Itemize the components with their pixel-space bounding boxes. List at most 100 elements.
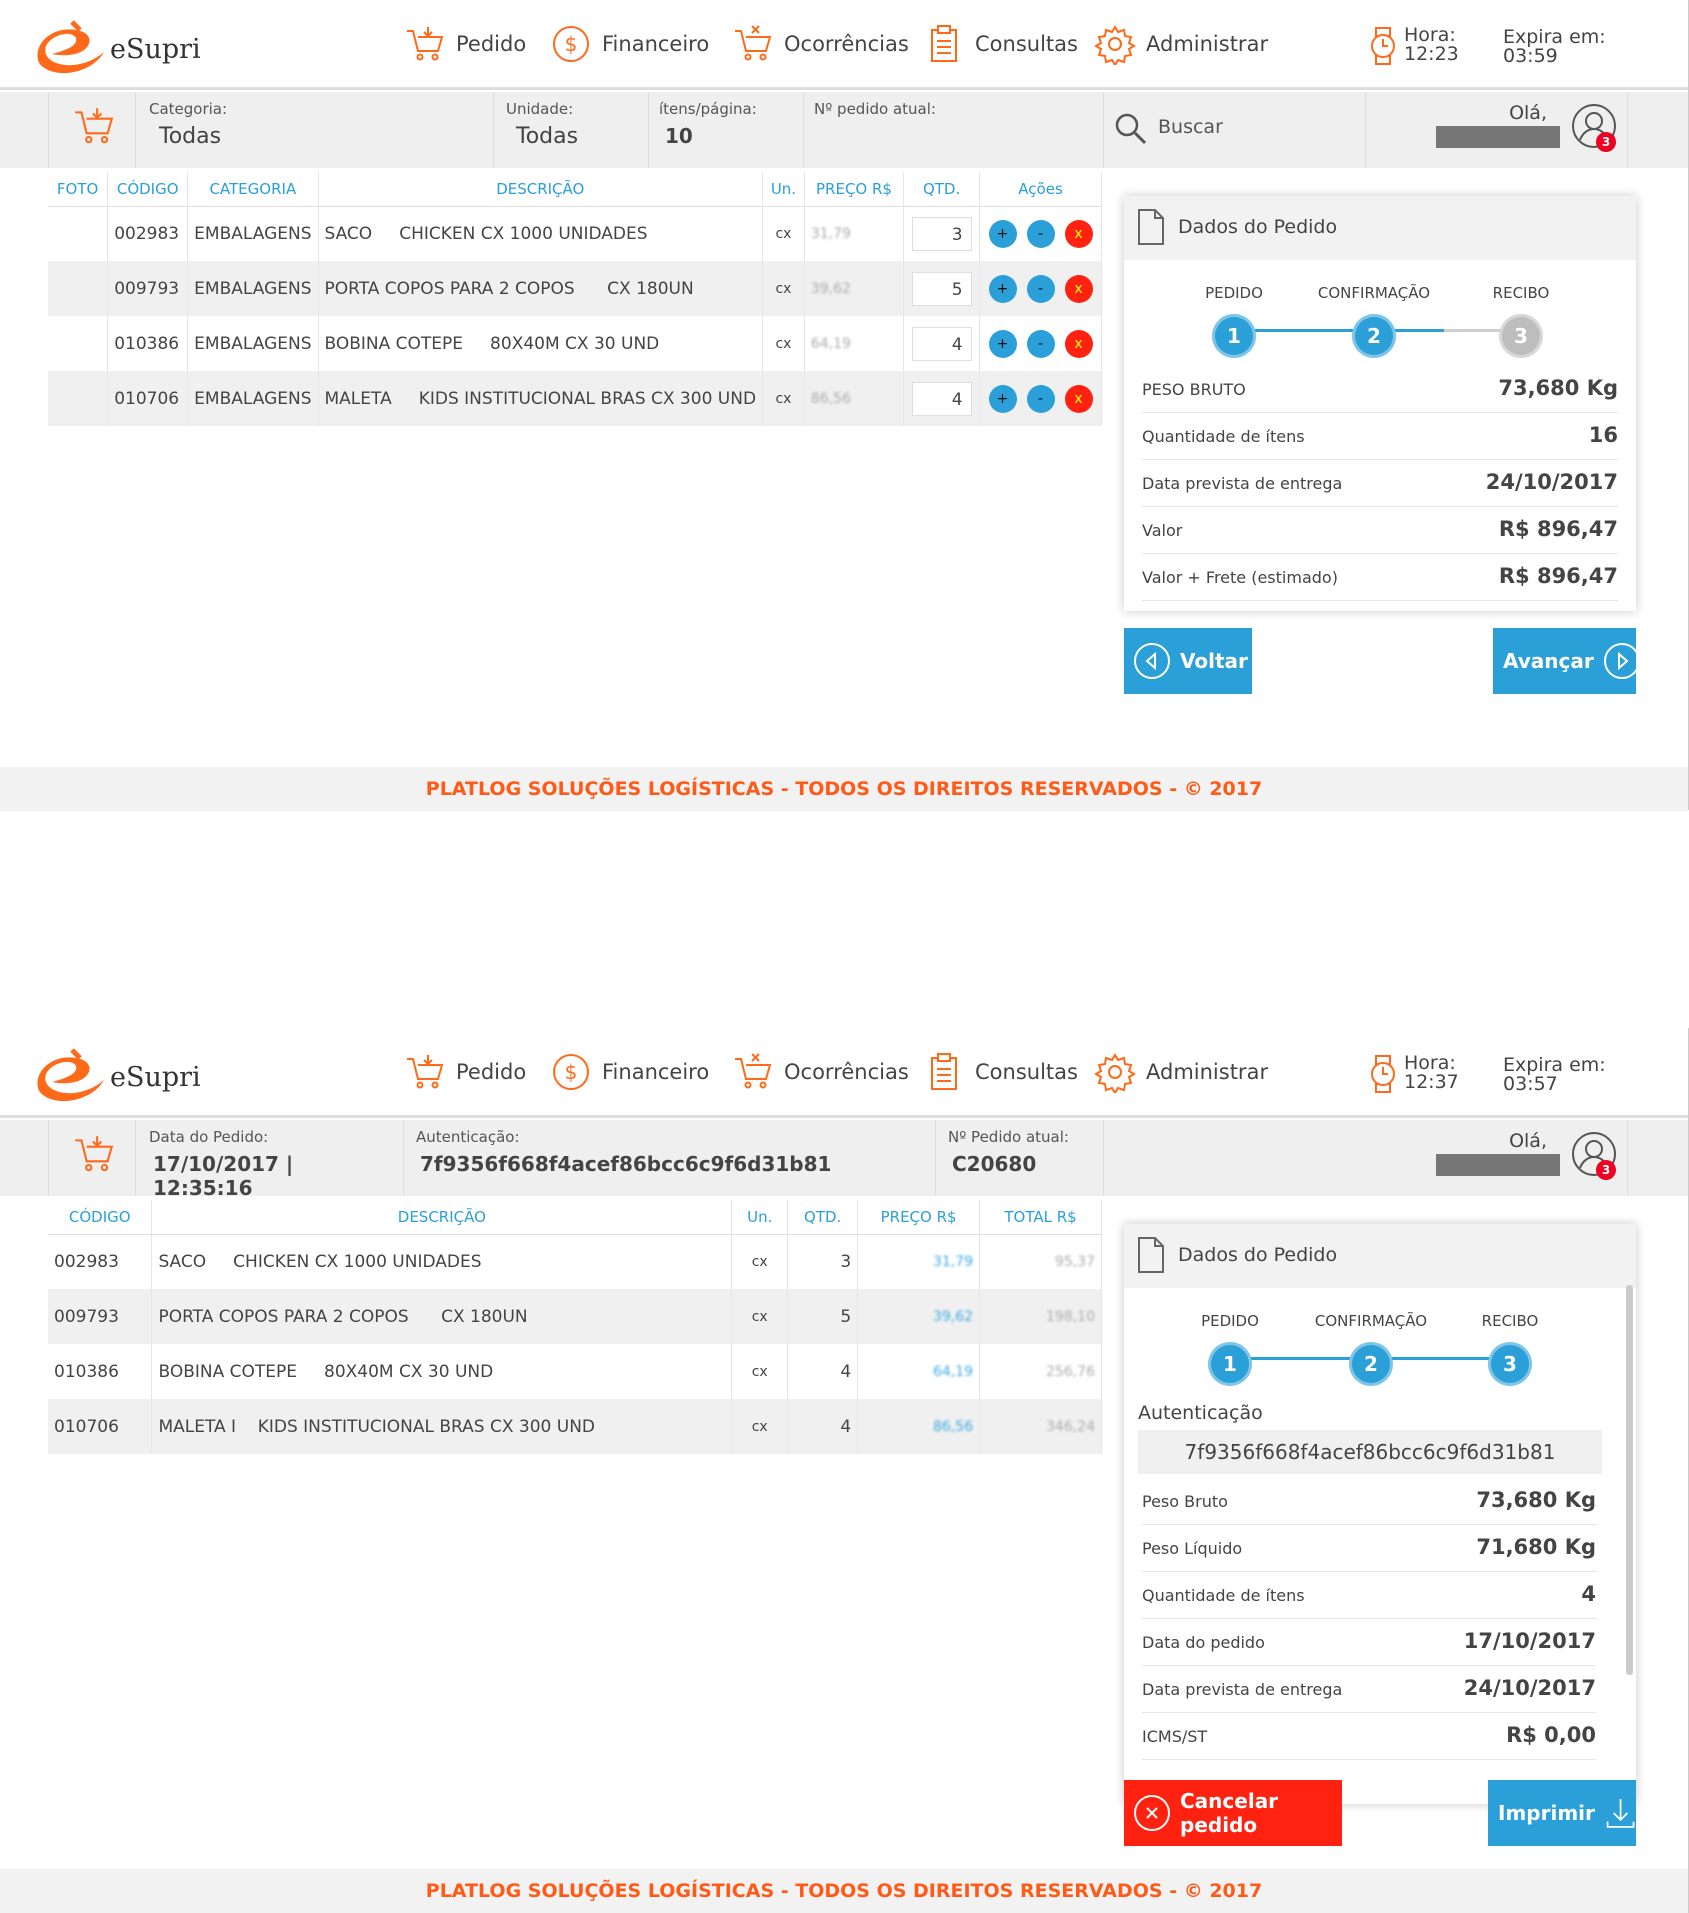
decrease-button[interactable]: - [1026, 274, 1055, 303]
brand-name: eSupri [110, 34, 201, 65]
expiry-value: 03:59 [1503, 45, 1558, 67]
table-header: FOTO CÓDIGO CATEGORIA DESCRIÇÃO Un. PREÇ… [48, 172, 1102, 207]
detail-row: Quantidade de ítens 4 [1142, 1572, 1596, 1619]
nav-consultas[interactable]: Consultas [923, 22, 1078, 66]
quantity-input[interactable]: 3 [911, 216, 972, 251]
remove-button[interactable]: x [1064, 384, 1093, 413]
total-value: 95,37 [1054, 1253, 1095, 1270]
cart-icon [75, 108, 114, 144]
panel-header: Dados do Pedido [1124, 1224, 1636, 1288]
remove-button[interactable]: x [1064, 329, 1093, 358]
remove-button[interactable]: x [1064, 219, 1093, 248]
pedido-atual: Nº Pedido atual: C20680 [936, 1120, 1104, 1196]
col-codigo[interactable]: CÓDIGO [107, 172, 189, 207]
col-categoria[interactable]: CATEGORIA [187, 172, 319, 207]
nav-consultas-label: Consultas [975, 32, 1078, 56]
nav-financeiro-label: Financeiro [602, 32, 710, 56]
step-2: CONFIRMAÇÃO 2 [1301, 1312, 1441, 1386]
user-box[interactable]: Olá, 3 [1366, 1120, 1628, 1196]
decrease-button[interactable]: - [1026, 384, 1055, 413]
clock-time: 12:37 [1404, 1071, 1459, 1093]
filter-bar: Categoria: Todas Unidade: Todas ítens/pá… [0, 92, 1688, 168]
itens-por-pagina[interactable]: ítens/página: 10 [649, 92, 804, 168]
cell-preco: 31,79 [804, 206, 905, 261]
watch-icon [1371, 27, 1395, 65]
cancelar-pedido-button[interactable]: Cancelar pedido [1124, 1780, 1342, 1846]
cell-un: cx [762, 371, 805, 426]
avancar-button[interactable]: Avançar [1493, 628, 1640, 694]
order-summary-panel: Dados do Pedido PEDIDO 1 CONFIRMAÇÃO 2 RECIB… [1124, 196, 1636, 611]
order-details: PESO BRUTO 73,680 Kg Quantidade de ítens 16… [1124, 366, 1636, 601]
decrease-button[interactable]: - [1026, 329, 1055, 358]
cell-qtd: 4 [903, 371, 981, 426]
cell-total: 95,37 [979, 1234, 1102, 1289]
cell-descricao: MALETA I KIDS INSTITUCIONAL BRAS CX 300 … [151, 1399, 733, 1454]
quantity-input[interactable]: 5 [911, 271, 972, 306]
categoria-filter[interactable]: Categoria: Todas [136, 92, 494, 168]
search-box[interactable]: Buscar [1104, 92, 1366, 168]
nav-consultas[interactable]: Consultas [923, 1050, 1078, 1094]
cell-preco: 39,62 [804, 261, 905, 316]
pedido-atual-value: C20680 [952, 1152, 1037, 1176]
table-row: 010706 EMBALAGENS MALETA KIDS INSTITUCIONA… [48, 371, 1102, 426]
esupri-logo[interactable]: eSupri [32, 16, 202, 76]
cell-un: cx [731, 1399, 789, 1454]
cart-button[interactable] [48, 1120, 136, 1196]
col-qtd[interactable]: QTD. [787, 1200, 859, 1235]
col-un[interactable]: Un. [762, 172, 805, 207]
user-box[interactable]: Olá, 3 [1366, 92, 1628, 168]
panel-scrollbar[interactable] [1626, 1285, 1633, 1675]
voltar-button[interactable]: Voltar [1124, 628, 1252, 694]
quantity-input[interactable]: 4 [911, 381, 972, 416]
nav-financeiro[interactable]: $ Financeiro [550, 1050, 709, 1094]
expiry-value: 03:57 [1503, 1073, 1558, 1095]
detail-row: Quantidade de ítens 16 [1142, 413, 1618, 460]
step-circle: 2 [1349, 1342, 1393, 1386]
esupri-logo[interactable]: eSupri [32, 1044, 202, 1104]
col-descricao[interactable]: DESCRIÇÃO [318, 172, 764, 207]
cart-button[interactable] [48, 92, 136, 168]
col-foto[interactable]: FOTO [48, 172, 109, 207]
detail-value: 24/10/2017 [1485, 470, 1618, 494]
imprimir-button[interactable]: Imprimir [1488, 1780, 1636, 1846]
nav-financeiro[interactable]: $ Financeiro [550, 22, 709, 66]
nav-ocorrencias[interactable]: Ocorrências [732, 1050, 909, 1094]
col-descricao[interactable]: DESCRIÇÃO [151, 1200, 733, 1235]
order-steps: PEDIDO 1 CONFIRMAÇÃO 2 RECIBO 3 [1124, 260, 1636, 366]
detail-label: Valor + Frete (estimado) [1142, 568, 1338, 587]
col-total[interactable]: TOTAL R$ [979, 1200, 1102, 1235]
nav-pedido[interactable]: Pedido [404, 1050, 526, 1094]
table-header: CÓDIGO DESCRIÇÃO Un. QTD. PREÇO R$ TOTAL… [48, 1200, 1102, 1235]
nav-administrar[interactable]: Administrar [1094, 1050, 1268, 1094]
unidade-filter[interactable]: Unidade: Todas [494, 92, 649, 168]
nav-pedido[interactable]: Pedido [404, 22, 526, 66]
remove-button[interactable]: x [1064, 274, 1093, 303]
panel-title: Dados do Pedido [1178, 1244, 1338, 1266]
cancelar-label: Cancelar pedido [1180, 1789, 1279, 1837]
detail-row: Valor R$ 896,47 [1142, 507, 1618, 554]
nav-administrar[interactable]: Administrar [1094, 22, 1268, 66]
step-label: PEDIDO [1201, 1312, 1259, 1330]
col-un[interactable]: Un. [731, 1200, 789, 1235]
decrease-button[interactable]: - [1026, 219, 1055, 248]
cart-icon [407, 27, 444, 61]
col-preco[interactable]: PREÇO R$ [857, 1200, 981, 1235]
col-qtd[interactable]: QTD. [903, 172, 981, 207]
nav-ocorrencias[interactable]: Ocorrências [732, 22, 909, 66]
col-codigo[interactable]: CÓDIGO [48, 1200, 153, 1235]
cell-acoes: + - x [979, 206, 1102, 261]
table-row: 010386 BOBINA COTEPE 80X40M CX 30 UND cx 4 6… [48, 1344, 1102, 1399]
increase-button[interactable]: + [988, 329, 1017, 358]
increase-button[interactable]: + [988, 274, 1017, 303]
gear-icon [1094, 25, 1136, 65]
preco-value: 31,79 [932, 1253, 974, 1270]
cell-foto [48, 261, 109, 316]
step-label: CONFIRMAÇÃO [1314, 1312, 1428, 1330]
categoria-value: Todas [159, 124, 222, 149]
quantity-input[interactable]: 4 [911, 326, 972, 361]
increase-button[interactable]: + [988, 219, 1017, 248]
col-preco[interactable]: PREÇO R$ [804, 172, 905, 207]
increase-button[interactable]: + [988, 384, 1017, 413]
step-1: PEDIDO 1 [1164, 284, 1304, 358]
detail-label: Data prevista de entrega [1142, 1680, 1343, 1699]
